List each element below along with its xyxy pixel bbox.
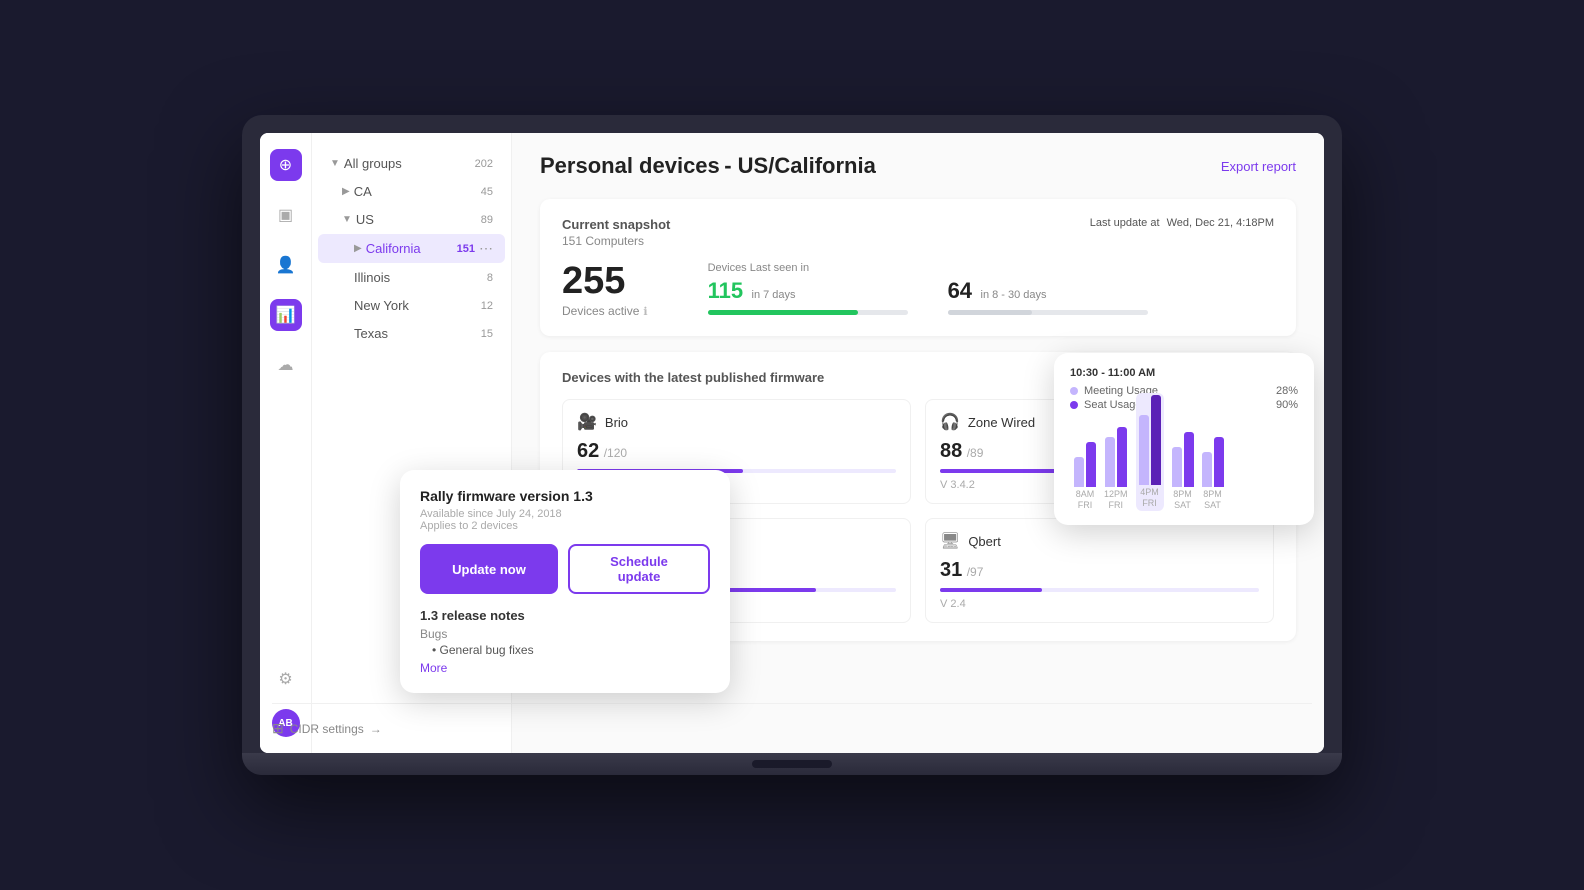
chart-legend: Meeting Usage 28% Seat Usage 90%	[1070, 385, 1298, 411]
qbert-icon: 🖥	[940, 531, 960, 551]
zone-wired-icon: 🎧	[940, 412, 960, 432]
users-icon[interactable]: 👤	[270, 249, 302, 281]
chart-col-4: 8PMSAT	[1172, 432, 1194, 511]
seven-days-stat: 115 in 7 days	[708, 278, 908, 315]
chart-time: 10:30 - 11:00 AM	[1070, 367, 1298, 379]
nav-all-groups[interactable]: ▼ All groups 202	[318, 150, 505, 177]
chevron-right-icon: ▶	[342, 186, 350, 197]
last-update: Last update at Wed, Dec 21, 4:18PM	[1090, 217, 1274, 229]
cloud-icon[interactable]: ☁	[270, 349, 302, 381]
nav-texas[interactable]: Texas 15	[318, 320, 505, 347]
chart-col-5: 8PMSAT	[1202, 437, 1224, 511]
more-icon[interactable]: ⋯	[479, 240, 493, 257]
snapshot-header: Current snapshot 151 Computers Last upda…	[562, 217, 1274, 248]
snapshot-info: Current snapshot 151 Computers	[562, 217, 670, 248]
popup-buttons: Update now Schedule update	[420, 544, 710, 594]
analytics-icon[interactable]: 📊	[270, 299, 302, 331]
laptop-frame: ⊕ ▣ 👤 📊 ☁ ⚙ AB ▼ All groups 202 ▶ CA 45	[242, 115, 1342, 775]
snapshot-card: Current snapshot 151 Computers Last upda…	[540, 199, 1296, 336]
firmware-update-popup: Rally firmware version 1.3 Available sin…	[400, 470, 730, 693]
nav-california[interactable]: ▶ California 151 ⋯	[318, 234, 505, 263]
nav-us[interactable]: ▼ US 89	[318, 206, 505, 233]
logo-icon[interactable]: ⊕	[270, 149, 302, 181]
bug-item: • General bug fixes	[420, 643, 710, 657]
more-link[interactable]: More	[420, 661, 710, 675]
cidr-settings-link[interactable]: ⊞ CIDR settings →	[312, 703, 512, 737]
seat-dot	[1070, 401, 1078, 409]
popup-firmware-title: Rally firmware version 1.3	[420, 488, 710, 504]
release-notes-title: 1.3 release notes	[420, 608, 710, 623]
nav-illinois[interactable]: Illinois 8	[318, 264, 505, 291]
chevron-right-icon: ▶	[354, 243, 362, 254]
bugs-label: Bugs	[420, 627, 710, 641]
qbert-progress	[940, 588, 1259, 592]
laptop-notch	[752, 760, 832, 768]
chart-col-1: 8AMFRI	[1074, 442, 1096, 511]
documents-icon[interactable]: ▣	[270, 199, 302, 231]
screen: ⊕ ▣ 👤 📊 ☁ ⚙ AB ▼ All groups 202 ▶ CA 45	[260, 133, 1324, 753]
meeting-usage-legend: Meeting Usage 28%	[1070, 385, 1298, 397]
page-title: Personal devices - US/California	[540, 153, 876, 179]
laptop-base	[242, 753, 1342, 775]
devices-seen-section: Devices Last seen in 115 in 7 days	[708, 262, 1148, 315]
usage-chart-popup: 10:30 - 11:00 AM Meeting Usage 28% Seat …	[1054, 353, 1314, 525]
nav-ca[interactable]: ▶ CA 45	[318, 178, 505, 205]
info-icon: ℹ	[643, 305, 647, 318]
seat-usage-legend: Seat Usage 90%	[1070, 399, 1298, 411]
bar-chart: 8AMFRI 12PMFRI 4PMFRI	[1070, 421, 1298, 511]
page-header: Personal devices - US/California Export …	[540, 153, 1296, 179]
chevron-down-icon: ▼	[330, 158, 340, 169]
chart-col-2: 12PMFRI	[1104, 427, 1128, 511]
sidebar-icons: ⊕ ▣ 👤 📊 ☁ ⚙ AB	[260, 133, 312, 753]
update-now-button[interactable]: Update now	[420, 544, 558, 594]
progress-bar-gray	[948, 310, 1148, 315]
meeting-dot	[1070, 387, 1078, 395]
devices-seen-stats: 115 in 7 days 64 in 8 - 30 da	[708, 278, 1148, 315]
thirty-days-stat: 64 in 8 - 30 days	[948, 278, 1148, 315]
devices-active-stat: 255 Devices active ℹ	[562, 262, 648, 318]
snapshot-stats: 255 Devices active ℹ Devices Last seen i…	[562, 262, 1274, 318]
brio-icon: 🎥	[577, 412, 597, 432]
export-report-link[interactable]: Export report	[1221, 159, 1296, 174]
progress-bar-green	[708, 310, 908, 315]
chart-col-3-selected: 4PMFRI	[1136, 393, 1164, 511]
schedule-update-button[interactable]: Schedule update	[568, 544, 710, 594]
nav-new-york[interactable]: New York 12	[318, 292, 505, 319]
firmware-item-qbert: 🖥 Qbert 31 /97 V 2.4	[925, 518, 1274, 623]
chevron-down-icon: ▼	[342, 214, 352, 225]
